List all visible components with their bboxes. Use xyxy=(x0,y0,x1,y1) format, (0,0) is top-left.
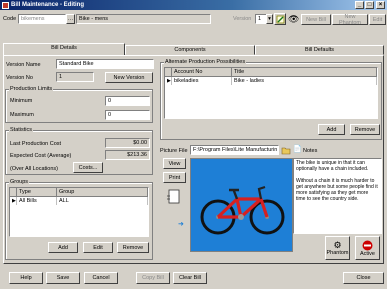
app-icon xyxy=(2,1,9,9)
picture-file-label: Picture File xyxy=(160,148,188,154)
folder-icon[interactable] xyxy=(281,145,291,155)
row-pointer-icon: ▶ xyxy=(12,197,17,205)
clear-bill-button[interactable]: Clear Bill xyxy=(173,272,207,284)
arrow-right-icon: ➜ xyxy=(178,221,184,228)
active-label: Active xyxy=(360,250,375,257)
minimize-button[interactable]: _ xyxy=(355,1,364,9)
alternate-table[interactable]: Account No Title ▶ bikeladies Bike - lad… xyxy=(164,67,378,119)
tab-components[interactable]: Components xyxy=(125,45,255,55)
view-button[interactable]: View xyxy=(163,158,186,169)
phantom-label: Phantom xyxy=(326,250,349,256)
code-label: Code xyxy=(3,16,17,22)
copy-bill-button[interactable]: Copy Bill xyxy=(136,272,170,284)
version-name-input[interactable]: Standard Bike xyxy=(56,59,154,69)
expected-cost-value: $213.36 xyxy=(105,150,150,160)
alternate-add-button[interactable]: Add xyxy=(318,124,345,135)
bill-icon[interactable] xyxy=(165,188,183,206)
table-row[interactable]: ▶ bikeladies Bike - ladies xyxy=(165,77,377,85)
maximum-input[interactable]: 0 xyxy=(105,110,150,120)
tab-bill-defaults[interactable]: Bill Defaults xyxy=(255,45,384,55)
code-input[interactable]: bikemens xyxy=(18,14,66,24)
print-button[interactable]: Print xyxy=(163,172,186,183)
alternate-production-title: Alternate Production Possibilities xyxy=(164,59,247,65)
chevron-down-icon: ▾ xyxy=(268,16,271,22)
version-label: Version xyxy=(233,16,252,22)
notes-label: Notes xyxy=(303,148,318,154)
column-header[interactable]: Type xyxy=(17,188,57,196)
phantom-icon: ⚙ xyxy=(333,240,342,250)
edit-button[interactable]: Edit xyxy=(369,14,386,25)
cancel-button[interactable]: Cancel xyxy=(84,272,118,284)
column-header[interactable]: Group xyxy=(57,188,148,196)
close-window-button[interactable]: × xyxy=(376,1,385,9)
help-button[interactable]: Help xyxy=(9,272,43,284)
groups-table[interactable]: Type Group ▶ All Bills ALL xyxy=(9,187,149,237)
version-no-value: 1 xyxy=(56,72,94,82)
groups-add-button[interactable]: Add xyxy=(48,242,78,253)
version-dropdown-button[interactable]: ▾ xyxy=(266,14,273,24)
active-button[interactable]: Active xyxy=(355,236,380,260)
new-bill-button[interactable]: New Bill xyxy=(301,14,331,25)
notes-textarea[interactable]: The bike is unique in that it can option… xyxy=(293,158,382,234)
costs-button[interactable]: Costs... xyxy=(73,162,103,173)
alternate-table-header: Account No Title xyxy=(165,68,377,77)
save-button[interactable]: Save xyxy=(46,272,80,284)
code-lookup-button[interactable]: … xyxy=(66,14,75,24)
production-limits-title: Production Limits xyxy=(9,86,54,92)
version-no-label: Version No xyxy=(6,75,33,81)
bike-image xyxy=(191,159,292,251)
statistics-title: Statistics xyxy=(9,127,34,133)
alternate-remove-button[interactable]: Remove xyxy=(350,124,380,135)
maximize-button[interactable]: □ xyxy=(365,1,374,9)
row-pointer-icon: ▶ xyxy=(167,77,172,85)
no-entry-icon xyxy=(362,240,373,250)
notes-icon: 📄 xyxy=(293,146,302,153)
groups-title: Groups xyxy=(9,179,30,185)
code-description: Bike - mens xyxy=(76,14,211,24)
groups-table-header: Type Group xyxy=(10,188,148,197)
column-header[interactable]: Account No xyxy=(172,68,232,76)
close-button[interactable]: Close xyxy=(343,272,384,284)
minimum-label: Minimum xyxy=(10,98,33,104)
title-bar: Bill Maintenance - Editing _ □ × xyxy=(0,0,387,10)
table-cell: ALL xyxy=(57,197,148,205)
version-name-label: Version Name xyxy=(6,62,41,68)
expected-cost-label: Expected Cost (Average) xyxy=(10,153,72,159)
new-phantom-button[interactable]: New Phantom xyxy=(332,14,368,26)
last-cost-label: Last Production Cost xyxy=(10,141,62,147)
column-header[interactable]: Title xyxy=(232,68,377,76)
table-cell: Bike - ladies xyxy=(232,77,377,85)
new-version-button[interactable]: New Version xyxy=(105,72,153,83)
edit-version-button[interactable] xyxy=(274,13,286,25)
table-row[interactable]: ▶ All Bills ALL xyxy=(10,197,148,205)
table-cell: bikeladies xyxy=(172,77,232,85)
window-title: Bill Maintenance - Editing xyxy=(11,1,85,8)
minimum-input[interactable]: 0 xyxy=(105,96,150,106)
picture-file-input[interactable]: F:\Program Files\Lite Manufacturin xyxy=(190,145,279,155)
product-picture xyxy=(190,158,293,252)
groups-remove-button[interactable]: Remove xyxy=(117,242,149,253)
pencil-icon xyxy=(276,15,284,23)
phantom-button[interactable]: ⚙ Phantom xyxy=(325,236,350,260)
table-cell: All Bills xyxy=(17,197,57,205)
tab-bill-details[interactable]: Bill Details xyxy=(3,43,125,55)
groups-edit-button[interactable]: Edit xyxy=(83,242,113,253)
maximum-label: Maximum xyxy=(10,112,34,118)
over-all-locations-label: (Over All Locations) xyxy=(10,166,58,172)
last-cost-value: $0.00 xyxy=(105,138,150,148)
binoculars-icon[interactable]: 👁 xyxy=(288,14,299,24)
